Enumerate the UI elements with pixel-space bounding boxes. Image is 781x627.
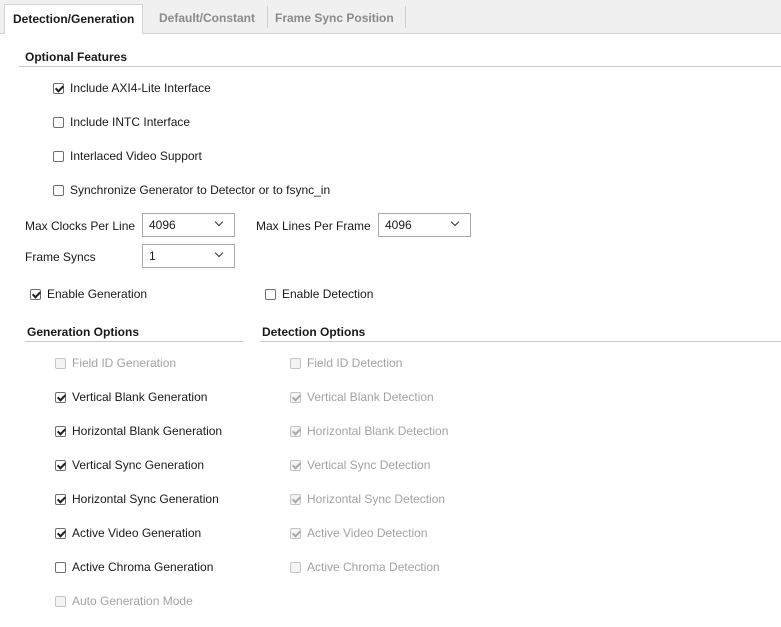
checkbox-box[interactable] — [55, 357, 66, 369]
generation-option-checkbox[interactable]: Auto Generation Mode — [55, 593, 193, 609]
interlaced-video-checkbox[interactable]: Interlaced Video Support — [53, 148, 202, 164]
synchronize-generator-checkbox[interactable]: Synchronize Generator to Detector or to … — [53, 182, 330, 198]
checkbox-box[interactable] — [290, 425, 301, 437]
generation-options-title: Generation Options — [27, 325, 140, 339]
detection-option-checkbox[interactable]: Vertical Blank Detection — [290, 389, 434, 405]
checkbox-label: Vertical Sync Detection — [307, 458, 431, 472]
detection-option-checkbox[interactable]: Field ID Detection — [290, 355, 402, 371]
detection-options-title: Detection Options — [262, 325, 366, 339]
detection-option-checkbox[interactable]: Horizontal Blank Detection — [290, 423, 448, 439]
max-clocks-select[interactable]: 4096 — [142, 213, 235, 237]
optional-features-divider — [19, 66, 781, 67]
max-clocks-label: Max Clocks Per Line — [25, 219, 136, 233]
max-lines-select[interactable]: 4096 — [378, 213, 471, 237]
checkbox-label: Horizontal Blank Generation — [72, 424, 223, 438]
checkbox-box[interactable] — [290, 357, 301, 369]
generation-option-checkbox[interactable]: Active Video Generation — [55, 525, 201, 541]
checkbox-label: Horizontal Sync Generation — [72, 492, 219, 506]
max-lines-label: Max Lines Per Frame — [256, 219, 371, 233]
checkbox-box[interactable] — [290, 493, 301, 505]
checkbox-box[interactable] — [53, 150, 64, 162]
checkbox-label: Field ID Generation — [72, 356, 177, 370]
enable-generation-checkbox[interactable]: Enable Generation — [30, 286, 147, 302]
optional-features-title: Optional Features — [25, 50, 128, 64]
checkbox-label: Vertical Blank Detection — [307, 390, 434, 404]
checkbox-box[interactable] — [55, 391, 66, 403]
chevron-down-icon[interactable] — [448, 217, 464, 233]
checkbox-label: Active Chroma Generation — [72, 560, 214, 574]
checkbox-label: Active Chroma Detection — [307, 560, 440, 574]
tab-separator — [405, 6, 406, 28]
checkbox-label: Auto Generation Mode — [72, 594, 193, 608]
frame-syncs-label: Frame Syncs — [25, 250, 96, 264]
checkbox-label: Interlaced Video Support — [70, 149, 202, 163]
checkbox-box[interactable] — [290, 527, 301, 539]
select-value: 4096 — [149, 218, 176, 232]
checkbox-box[interactable] — [55, 459, 66, 471]
detection-option-checkbox[interactable]: Vertical Sync Detection — [290, 457, 430, 473]
checkbox-label: Vertical Blank Generation — [72, 390, 208, 404]
generation-option-checkbox[interactable]: Horizontal Blank Generation — [55, 423, 222, 439]
checkbox-label: Enable Detection — [282, 287, 374, 301]
checkbox-label: Include AXI4-Lite Interface — [70, 81, 211, 95]
checkbox-box[interactable] — [290, 459, 301, 471]
checkbox-box[interactable] — [53, 184, 64, 196]
checkbox-label: Horizontal Blank Detection — [307, 424, 449, 438]
detection-option-checkbox[interactable]: Active Chroma Detection — [290, 559, 440, 575]
checkbox-label: Include INTC Interface — [70, 115, 191, 129]
tab-bar: Detection/Generation Default/Constant Fr… — [0, 0, 781, 34]
chevron-down-icon[interactable] — [212, 248, 228, 264]
chevron-down-icon[interactable] — [212, 217, 228, 233]
checkbox-box[interactable] — [55, 527, 66, 539]
generation-option-checkbox[interactable]: Active Chroma Generation — [55, 559, 213, 575]
detection-option-checkbox[interactable]: Active Video Detection — [290, 525, 428, 541]
select-value: 4096 — [385, 218, 412, 232]
checkbox-label: Synchronize Generator to Detector or to … — [70, 183, 331, 197]
tab-frame-sync-position[interactable]: Frame Sync Position — [267, 4, 402, 33]
select-value: 1 — [149, 249, 156, 263]
frame-syncs-select[interactable]: 1 — [142, 244, 235, 268]
checkbox-box[interactable] — [290, 561, 301, 573]
generation-option-checkbox[interactable]: Horizontal Sync Generation — [55, 491, 219, 507]
generation-option-checkbox[interactable]: Vertical Blank Generation — [55, 389, 207, 405]
checkbox-box[interactable] — [265, 288, 276, 300]
detection-options-divider — [260, 341, 781, 342]
checkbox-box[interactable] — [55, 561, 66, 573]
tab-default-constant[interactable]: Default/Constant — [151, 4, 263, 33]
checkbox-box[interactable] — [53, 82, 64, 94]
detection-option-checkbox[interactable]: Horizontal Sync Detection — [290, 491, 445, 507]
generation-option-checkbox[interactable]: Vertical Sync Generation — [55, 457, 204, 473]
checkbox-label: Enable Generation — [47, 287, 148, 301]
checkbox-label: Horizontal Sync Detection — [307, 492, 446, 506]
checkbox-box[interactable] — [55, 493, 66, 505]
checkbox-box[interactable] — [53, 116, 64, 128]
checkbox-label: Field ID Detection — [307, 356, 403, 370]
checkbox-box[interactable] — [30, 288, 41, 300]
checkbox-label: Vertical Sync Generation — [72, 458, 205, 472]
generation-option-checkbox[interactable]: Field ID Generation — [55, 355, 176, 371]
tab-detection-generation[interactable]: Detection/Generation — [4, 4, 144, 34]
checkbox-box[interactable] — [290, 391, 301, 403]
checkbox-box[interactable] — [55, 425, 66, 437]
checkbox-label: Active Video Generation — [72, 526, 202, 540]
checkbox-label: Active Video Detection — [307, 526, 428, 540]
include-intc-checkbox[interactable]: Include INTC Interface — [53, 114, 190, 130]
generation-options-divider — [25, 341, 243, 342]
enable-detection-checkbox[interactable]: Enable Detection — [265, 286, 373, 302]
checkbox-box[interactable] — [55, 595, 66, 607]
include-axi4-lite-checkbox[interactable]: Include AXI4-Lite Interface — [53, 80, 211, 96]
